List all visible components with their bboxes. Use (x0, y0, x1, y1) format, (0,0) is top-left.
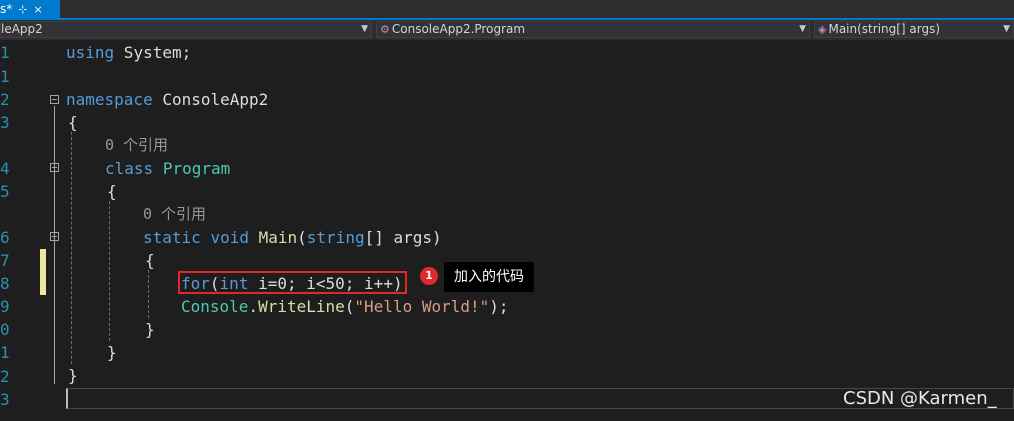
collapse-icon[interactable] (50, 95, 59, 104)
code-line: namespace ConsoleApp2 (66, 88, 268, 111)
indent-guide (148, 270, 149, 318)
string-literal: "Hello World!" (354, 297, 490, 316)
keyword: void (210, 228, 249, 247)
line-number: 5 (0, 182, 10, 201)
code-line: Console.WriteLine("Hello World!"); (181, 295, 509, 318)
references-label: 0 个引用 (143, 205, 207, 223)
code-text: { (107, 182, 117, 201)
code-line: } (107, 341, 117, 364)
code-line: class Program (105, 157, 230, 180)
class-name: Console (181, 297, 249, 316)
line-number: 2 (0, 367, 10, 386)
document-tab-strip: s* ⊹ × (0, 0, 1014, 20)
tab-title: s* (0, 2, 13, 16)
line-number: 1 (0, 343, 10, 362)
code-line: static void Main(string[] args) (143, 226, 442, 249)
code-text: ( (344, 297, 355, 316)
member-dropdown-value: Main(string[] args) (828, 22, 941, 36)
keyword: namespace (66, 90, 153, 109)
class-dropdown[interactable]: ⚙ ConsoleApp2.Program ▼ (376, 21, 810, 38)
close-icon[interactable]: × (33, 3, 42, 16)
fold-line (54, 106, 55, 384)
pin-icon[interactable]: ⊹ (18, 3, 27, 16)
chevron-down-icon: ▼ (1003, 24, 1010, 34)
class-icon: ⚙ (380, 23, 390, 36)
code-text: } (68, 366, 78, 385)
codelens-references[interactable]: 0 个引用 (105, 134, 168, 157)
code-line: using System; (66, 41, 191, 64)
code-text: ConsoleApp2 (152, 90, 269, 109)
line-number: 7 (0, 251, 10, 270)
annotation-badge: 1 (420, 267, 438, 285)
keyword: string (306, 228, 365, 247)
line-number: 2 (0, 90, 10, 109)
code-line: { (107, 180, 117, 203)
code-text: . (248, 297, 259, 316)
codelens-references[interactable]: 0 个引用 (143, 203, 206, 226)
method-name: WriteLine (258, 297, 345, 316)
chevron-down-icon: ▼ (361, 24, 368, 34)
member-dropdown[interactable]: ◈ Main(string[] args) ▼ (814, 21, 1014, 38)
line-number: 3 (0, 113, 10, 132)
method-icon: ◈ (818, 23, 827, 36)
code-text: [] args) (364, 228, 442, 247)
indent-guide (109, 201, 110, 341)
line-number: 8 (0, 274, 10, 293)
keyword: class (105, 159, 154, 178)
indent-guide (71, 132, 72, 364)
keyword: static (143, 228, 201, 247)
highlight-box (178, 271, 407, 294)
code-text: ( (297, 228, 307, 247)
code-text: } (145, 320, 155, 339)
navigation-bar: leApp2 ▼ ⚙ ConsoleApp2.Program ▼ ◈ Main(st… (0, 20, 1014, 40)
line-number: 0 (0, 320, 10, 339)
line-number: 1 (0, 67, 10, 86)
chevron-down-icon: ▼ (799, 24, 806, 34)
line-number: 1 (0, 43, 10, 62)
code-line: } (145, 318, 155, 341)
line-number: 6 (0, 228, 10, 247)
line-number: 9 (0, 297, 10, 316)
watermark: CSDN @Karmen_ (843, 388, 997, 409)
line-number: 3 (0, 390, 10, 409)
project-dropdown-value: leApp2 (1, 22, 43, 36)
class-dropdown-value: ConsoleApp2.Program (391, 22, 526, 36)
code-text: ); (489, 297, 509, 316)
class-name: Program (162, 159, 231, 178)
project-dropdown[interactable]: leApp2 ▼ (0, 21, 372, 38)
code-text: } (107, 343, 117, 362)
annotation-callout: 加入的代码 (444, 262, 534, 292)
code-text: System; (114, 43, 192, 62)
code-text: { (145, 251, 155, 270)
line-number: 4 (0, 159, 10, 178)
code-line: } (68, 364, 78, 387)
code-line: { (145, 249, 155, 272)
document-tab[interactable]: s* ⊹ × (0, 0, 60, 18)
method-name: Main (258, 228, 298, 247)
change-marker (40, 249, 46, 295)
code-line: { (68, 111, 78, 134)
keyword: using (66, 43, 115, 62)
references-label: 0 个引用 (105, 136, 169, 154)
code-text: { (68, 113, 78, 132)
